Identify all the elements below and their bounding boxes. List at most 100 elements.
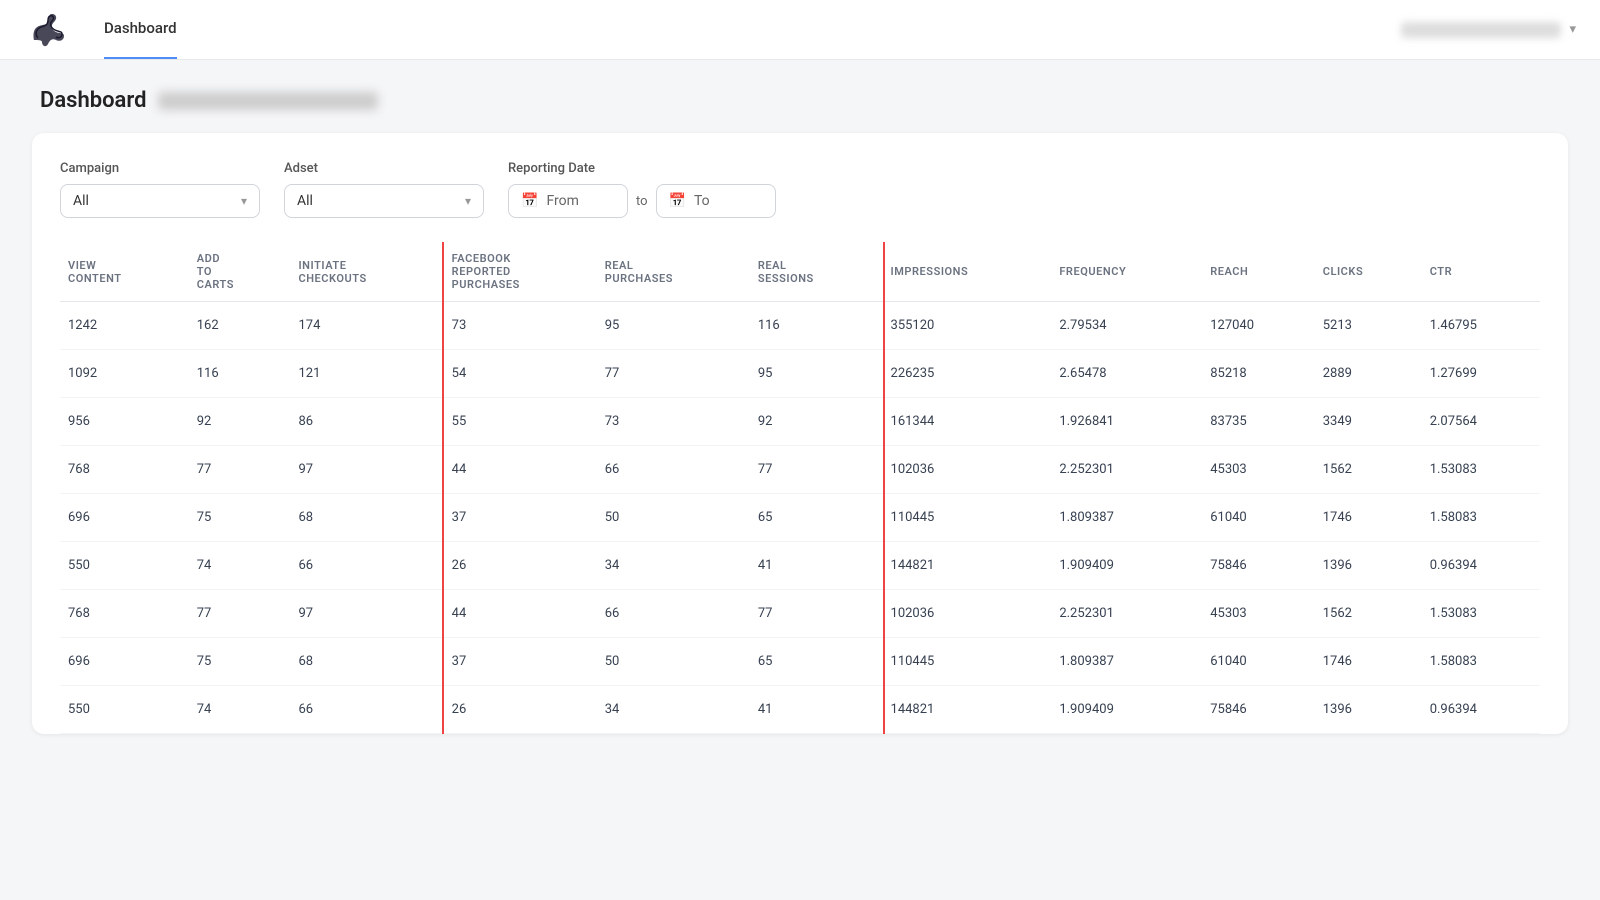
cell-real_purchases-8: 34 — [597, 686, 750, 734]
th-ctr: CTR — [1422, 242, 1540, 302]
cell-real_purchases-7: 50 — [597, 638, 750, 686]
cell-real_sessions-7: 65 — [750, 638, 883, 686]
cell-clicks-7: 1746 — [1315, 638, 1422, 686]
adset-value: All — [297, 193, 313, 209]
page-title: Dashboard — [40, 88, 146, 113]
cell-reach-1: 85218 — [1202, 350, 1315, 398]
table-row: 10921161215477952262352.654788521828891.… — [60, 350, 1540, 398]
table-row: 76877974466771020362.2523014530315621.53… — [60, 446, 1540, 494]
cell-impressions-3: 102036 — [883, 446, 1052, 494]
date-from-input[interactable]: 📅 From — [508, 184, 628, 218]
cell-view_content-2: 956 — [60, 398, 189, 446]
cell-initiate_checkouts-5: 66 — [290, 542, 443, 590]
main-card: Campaign All ▾ Adset All ▾ Reporting Dat… — [32, 133, 1568, 734]
campaign-chevron-icon: ▾ — [241, 194, 247, 208]
cell-fb_reported_purchases-1: 54 — [444, 350, 597, 398]
cell-ctr-8: 0.96394 — [1422, 686, 1540, 734]
cell-real_sessions-5: 41 — [750, 542, 883, 590]
calendar-to-icon: 📅 — [669, 193, 686, 209]
cell-initiate_checkouts-0: 174 — [290, 302, 443, 350]
cell-impressions-1: 226235 — [883, 350, 1052, 398]
cell-view_content-1: 1092 — [60, 350, 189, 398]
cell-impressions-0: 355120 — [883, 302, 1052, 350]
cell-view_content-8: 550 — [60, 686, 189, 734]
cell-ctr-1: 1.27699 — [1422, 350, 1540, 398]
cell-initiate_checkouts-6: 97 — [290, 590, 443, 638]
cell-frequency-2: 1.926841 — [1051, 398, 1202, 446]
cell-real_purchases-0: 95 — [597, 302, 750, 350]
cell-initiate_checkouts-2: 86 — [290, 398, 443, 446]
th-real_sessions: REALSESSIONS — [750, 242, 883, 302]
nav-dropdown-icon[interactable]: ▾ — [1569, 22, 1576, 37]
reporting-date-filter: Reporting Date 📅 From to 📅 To — [508, 161, 776, 218]
table-row: 69675683750651104451.8093876104017461.58… — [60, 494, 1540, 542]
th-frequency: FREQUENCY — [1051, 242, 1202, 302]
cell-add_to_carts-6: 77 — [189, 590, 291, 638]
cell-view_content-4: 696 — [60, 494, 189, 542]
cell-initiate_checkouts-4: 68 — [290, 494, 443, 542]
cell-reach-0: 127040 — [1202, 302, 1315, 350]
cell-frequency-7: 1.809387 — [1051, 638, 1202, 686]
cell-add_to_carts-5: 74 — [189, 542, 291, 590]
cell-fb_reported_purchases-2: 55 — [444, 398, 597, 446]
cell-frequency-0: 2.79534 — [1051, 302, 1202, 350]
cell-real_purchases-3: 66 — [597, 446, 750, 494]
cell-clicks-1: 2889 — [1315, 350, 1422, 398]
cell-add_to_carts-2: 92 — [189, 398, 291, 446]
table-row: 124216217473951163551202.795341270405213… — [60, 302, 1540, 350]
cell-impressions-6: 102036 — [883, 590, 1052, 638]
cell-ctr-6: 1.53083 — [1422, 590, 1540, 638]
reporting-date-label: Reporting Date — [508, 161, 776, 176]
th-reach: REACH — [1202, 242, 1315, 302]
cell-view_content-6: 768 — [60, 590, 189, 638]
campaign-filter: Campaign All ▾ — [60, 161, 260, 218]
cell-initiate_checkouts-7: 68 — [290, 638, 443, 686]
cell-ctr-7: 1.58083 — [1422, 638, 1540, 686]
cell-clicks-6: 1562 — [1315, 590, 1422, 638]
cell-impressions-7: 110445 — [883, 638, 1052, 686]
campaign-label: Campaign — [60, 161, 260, 176]
cell-impressions-2: 161344 — [883, 398, 1052, 446]
cell-real_sessions-4: 65 — [750, 494, 883, 542]
date-range-group: 📅 From to 📅 To — [508, 184, 776, 218]
cell-ctr-0: 1.46795 — [1422, 302, 1540, 350]
cell-add_to_carts-8: 74 — [189, 686, 291, 734]
table-container: VIEWCONTENTADDTOCARTSINITIATECHECKOUTSFA… — [60, 242, 1540, 734]
adset-label: Adset — [284, 161, 484, 176]
table-row: 69675683750651104451.8093876104017461.58… — [60, 638, 1540, 686]
cell-add_to_carts-7: 75 — [189, 638, 291, 686]
campaign-select[interactable]: All ▾ — [60, 184, 260, 218]
user-info-blurred — [1401, 22, 1561, 38]
data-table: VIEWCONTENTADDTOCARTSINITIATECHECKOUTSFA… — [60, 242, 1540, 734]
date-to-input[interactable]: 📅 To — [656, 184, 776, 218]
cell-clicks-0: 5213 — [1315, 302, 1422, 350]
cell-ctr-5: 0.96394 — [1422, 542, 1540, 590]
cell-real_purchases-2: 73 — [597, 398, 750, 446]
cell-fb_reported_purchases-8: 26 — [444, 686, 597, 734]
cell-initiate_checkouts-8: 66 — [290, 686, 443, 734]
table-row: 55074662634411448211.9094097584613960.96… — [60, 542, 1540, 590]
nav-right: ▾ — [1401, 22, 1576, 38]
calendar-from-icon: 📅 — [521, 193, 538, 209]
th-impressions: IMPRESSIONS — [883, 242, 1052, 302]
cell-real_purchases-5: 34 — [597, 542, 750, 590]
cell-view_content-7: 696 — [60, 638, 189, 686]
cell-initiate_checkouts-1: 121 — [290, 350, 443, 398]
cell-frequency-6: 2.252301 — [1051, 590, 1202, 638]
cell-ctr-2: 2.07564 — [1422, 398, 1540, 446]
nav-item-dashboard[interactable]: Dashboard — [104, 19, 177, 41]
table-row: 55074662634411448211.9094097584613960.96… — [60, 686, 1540, 734]
cell-frequency-8: 1.909409 — [1051, 686, 1202, 734]
cell-real_purchases-6: 66 — [597, 590, 750, 638]
cell-add_to_carts-4: 75 — [189, 494, 291, 542]
cell-add_to_carts-3: 77 — [189, 446, 291, 494]
cell-reach-4: 61040 — [1202, 494, 1315, 542]
cell-real_purchases-4: 50 — [597, 494, 750, 542]
cell-frequency-5: 1.909409 — [1051, 542, 1202, 590]
cell-real_purchases-1: 77 — [597, 350, 750, 398]
adset-select[interactable]: All ▾ — [284, 184, 484, 218]
table-row: 76877974466771020362.2523014530315621.53… — [60, 590, 1540, 638]
cell-clicks-2: 3349 — [1315, 398, 1422, 446]
cell-fb_reported_purchases-7: 37 — [444, 638, 597, 686]
cell-add_to_carts-1: 116 — [189, 350, 291, 398]
